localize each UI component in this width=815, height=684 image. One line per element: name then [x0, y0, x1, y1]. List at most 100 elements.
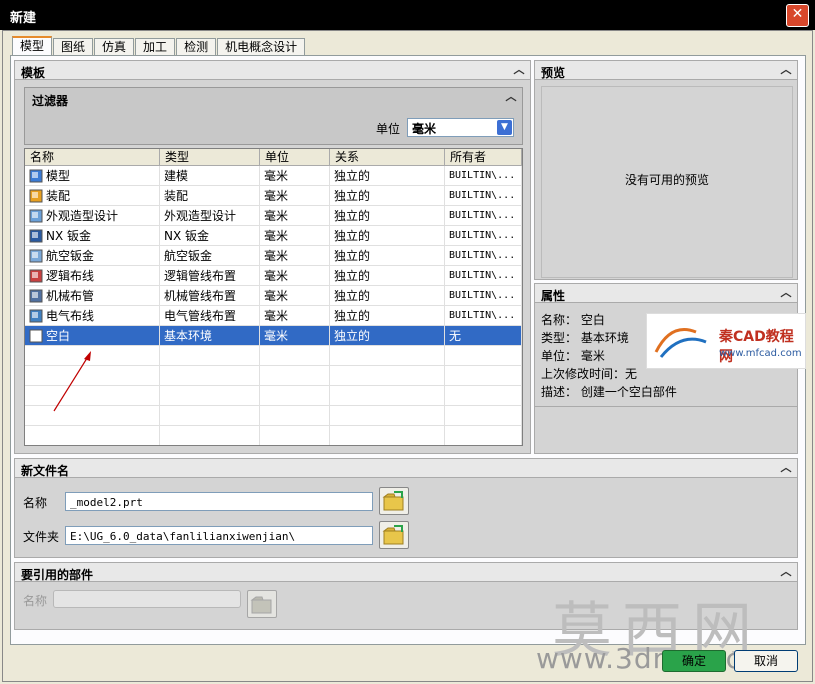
- table-row[interactable]: 模型 建模 毫米 独立的 BUILTIN\...: [25, 166, 522, 186]
- properties-title: 属性: [541, 289, 566, 303]
- logo-swirl-icon: [654, 328, 707, 358]
- empty-row: [25, 426, 522, 445]
- table-row[interactable]: 电气布线 电气管线布置 毫米 独立的 BUILTIN\...: [25, 306, 522, 326]
- preview-title: 预览: [541, 66, 566, 80]
- new-file-body: 名称 _model2.prt 文件夹 E:\UG_6.0_data\fanlil…: [14, 478, 798, 558]
- cell-text: 毫米: [264, 289, 289, 303]
- cell-owner: BUILTIN\...: [445, 166, 522, 186]
- cell-text: BUILTIN\...: [449, 270, 516, 281]
- close-button[interactable]: ✕: [786, 4, 809, 27]
- table-row[interactable]: 机械布管 机械管线布置 毫米 独立的 BUILTIN\...: [25, 286, 522, 306]
- cell-relation: [330, 366, 445, 386]
- cell-unit: [260, 386, 330, 406]
- empty-row: [25, 366, 522, 386]
- cell-owner: BUILTIN\...: [445, 206, 522, 226]
- cell-type: [160, 426, 260, 445]
- unit-select[interactable]: 毫米 ▼: [407, 118, 514, 137]
- table-row[interactable]: 逻辑布线 逻辑管线布置 毫米 独立的 BUILTIN\...: [25, 266, 522, 286]
- cell-name: 逻辑布线: [25, 266, 160, 286]
- referenced-collapse-icon[interactable]: ︿: [779, 565, 793, 579]
- cell-text: 独立的: [334, 269, 371, 283]
- cell-name: 机械布管: [25, 286, 160, 306]
- cell-unit: 毫米: [260, 306, 330, 326]
- chevron-down-icon[interactable]: ▼: [497, 120, 512, 135]
- cell-text: 毫米: [264, 169, 289, 183]
- referenced-header[interactable]: 要引用的部件 ︿: [14, 562, 798, 582]
- browse-folder-button[interactable]: [379, 521, 409, 549]
- templates-header[interactable]: 模板 ︿: [14, 60, 531, 80]
- cell-text: 航空钣金: [164, 249, 213, 263]
- cancel-button[interactable]: 取消: [734, 650, 798, 672]
- col-name[interactable]: 名称: [25, 149, 160, 165]
- cell-text: BUILTIN\...: [449, 230, 516, 241]
- cell-text: 毫米: [264, 269, 289, 283]
- filter-title: 过滤器: [32, 94, 69, 108]
- cell-text: 机械布管: [46, 289, 95, 303]
- filter-panel: 过滤器 ︿ 单位 毫米 ▼: [24, 87, 523, 145]
- cell-text: 外观造型设计: [46, 209, 119, 223]
- annotation-arrow: [53, 351, 91, 412]
- table-row[interactable]: 外观造型设计 外观造型设计 毫米 独立的 BUILTIN\...: [25, 206, 522, 226]
- table-header: 名称 类型 单位 关系 所有者: [25, 149, 522, 166]
- cell-text: 基本环境: [164, 329, 213, 343]
- new-file-collapse-icon[interactable]: ︿: [779, 461, 793, 475]
- cell-unit: [260, 426, 330, 445]
- filter-collapse-icon[interactable]: ︿: [504, 90, 518, 104]
- col-relation[interactable]: 关系: [330, 149, 445, 165]
- logo-url: www.mfcad.com: [719, 348, 802, 359]
- col-owner[interactable]: 所有者: [445, 149, 522, 165]
- folder-input[interactable]: E:\UG_6.0_data\fanlilianxiwenjian\: [65, 526, 373, 545]
- preview-body: 没有可用的预览: [534, 80, 798, 280]
- preview-area: 没有可用的预览: [541, 86, 793, 278]
- cell-name: 装配: [25, 186, 160, 206]
- cell-text: 毫米: [264, 209, 289, 223]
- cell-relation: 独立的: [330, 226, 445, 246]
- properties-collapse-icon[interactable]: ︿: [779, 286, 793, 300]
- electrical-routing-icon: [29, 309, 43, 323]
- cell-type: [160, 406, 260, 426]
- cell-owner: [445, 366, 522, 386]
- table-row[interactable]: 空白 基本环境 毫米 独立的 无: [25, 326, 522, 346]
- close-icon: ✕: [791, 6, 804, 22]
- templates-title: 模板: [21, 66, 46, 80]
- cell-text: 独立的: [334, 209, 371, 223]
- table-row[interactable]: 航空钣金 航空钣金 毫米 独立的 BUILTIN\...: [25, 246, 522, 266]
- cell-owner: BUILTIN\...: [445, 226, 522, 246]
- preview-header[interactable]: 预览 ︿: [534, 60, 798, 80]
- cell-text: BUILTIN\...: [449, 170, 516, 181]
- ref-name-input: [53, 590, 241, 608]
- file-name-input[interactable]: _model2.prt: [65, 492, 373, 511]
- new-file-header[interactable]: 新文件名 ︿: [14, 458, 798, 478]
- cell-name: 航空钣金: [25, 246, 160, 266]
- cell-relation: 独立的: [330, 286, 445, 306]
- table-row[interactable]: 装配 装配 毫米 独立的 BUILTIN\...: [25, 186, 522, 206]
- cell-relation: [330, 426, 445, 445]
- cell-unit: [260, 346, 330, 366]
- col-unit[interactable]: 单位: [260, 149, 330, 165]
- cell-relation: 独立的: [330, 266, 445, 286]
- preview-collapse-icon[interactable]: ︿: [779, 63, 793, 77]
- mechanical-routing-icon: [29, 289, 43, 303]
- cell-text: 装配: [46, 189, 71, 203]
- empty-row: [25, 386, 522, 406]
- cell-text: 逻辑布线: [46, 269, 95, 283]
- collapse-icon[interactable]: ︿: [512, 63, 526, 77]
- col-type[interactable]: 类型: [160, 149, 260, 165]
- cell-owner: BUILTIN\...: [445, 306, 522, 326]
- cell-text: 装配: [164, 189, 189, 203]
- prop-name: 名称： 空白: [541, 313, 605, 327]
- cell-unit: 毫米: [260, 246, 330, 266]
- ok-button[interactable]: 确定: [662, 650, 726, 672]
- cell-relation: 独立的: [330, 306, 445, 326]
- ref-browse-button: [247, 590, 277, 618]
- logic-routing-icon: [29, 269, 43, 283]
- cell-text: 独立的: [334, 229, 371, 243]
- cell-text: 逻辑管线布置: [164, 269, 237, 283]
- cell-text: BUILTIN\...: [449, 210, 516, 221]
- properties-header[interactable]: 属性 ︿: [534, 283, 798, 303]
- table-row[interactable]: NX 钣金 NX 钣金 毫米 独立的 BUILTIN\...: [25, 226, 522, 246]
- cell-text: BUILTIN\...: [449, 290, 516, 301]
- browse-file-button[interactable]: [379, 487, 409, 515]
- cell-type: [160, 386, 260, 406]
- cell-text: 毫米: [264, 309, 289, 323]
